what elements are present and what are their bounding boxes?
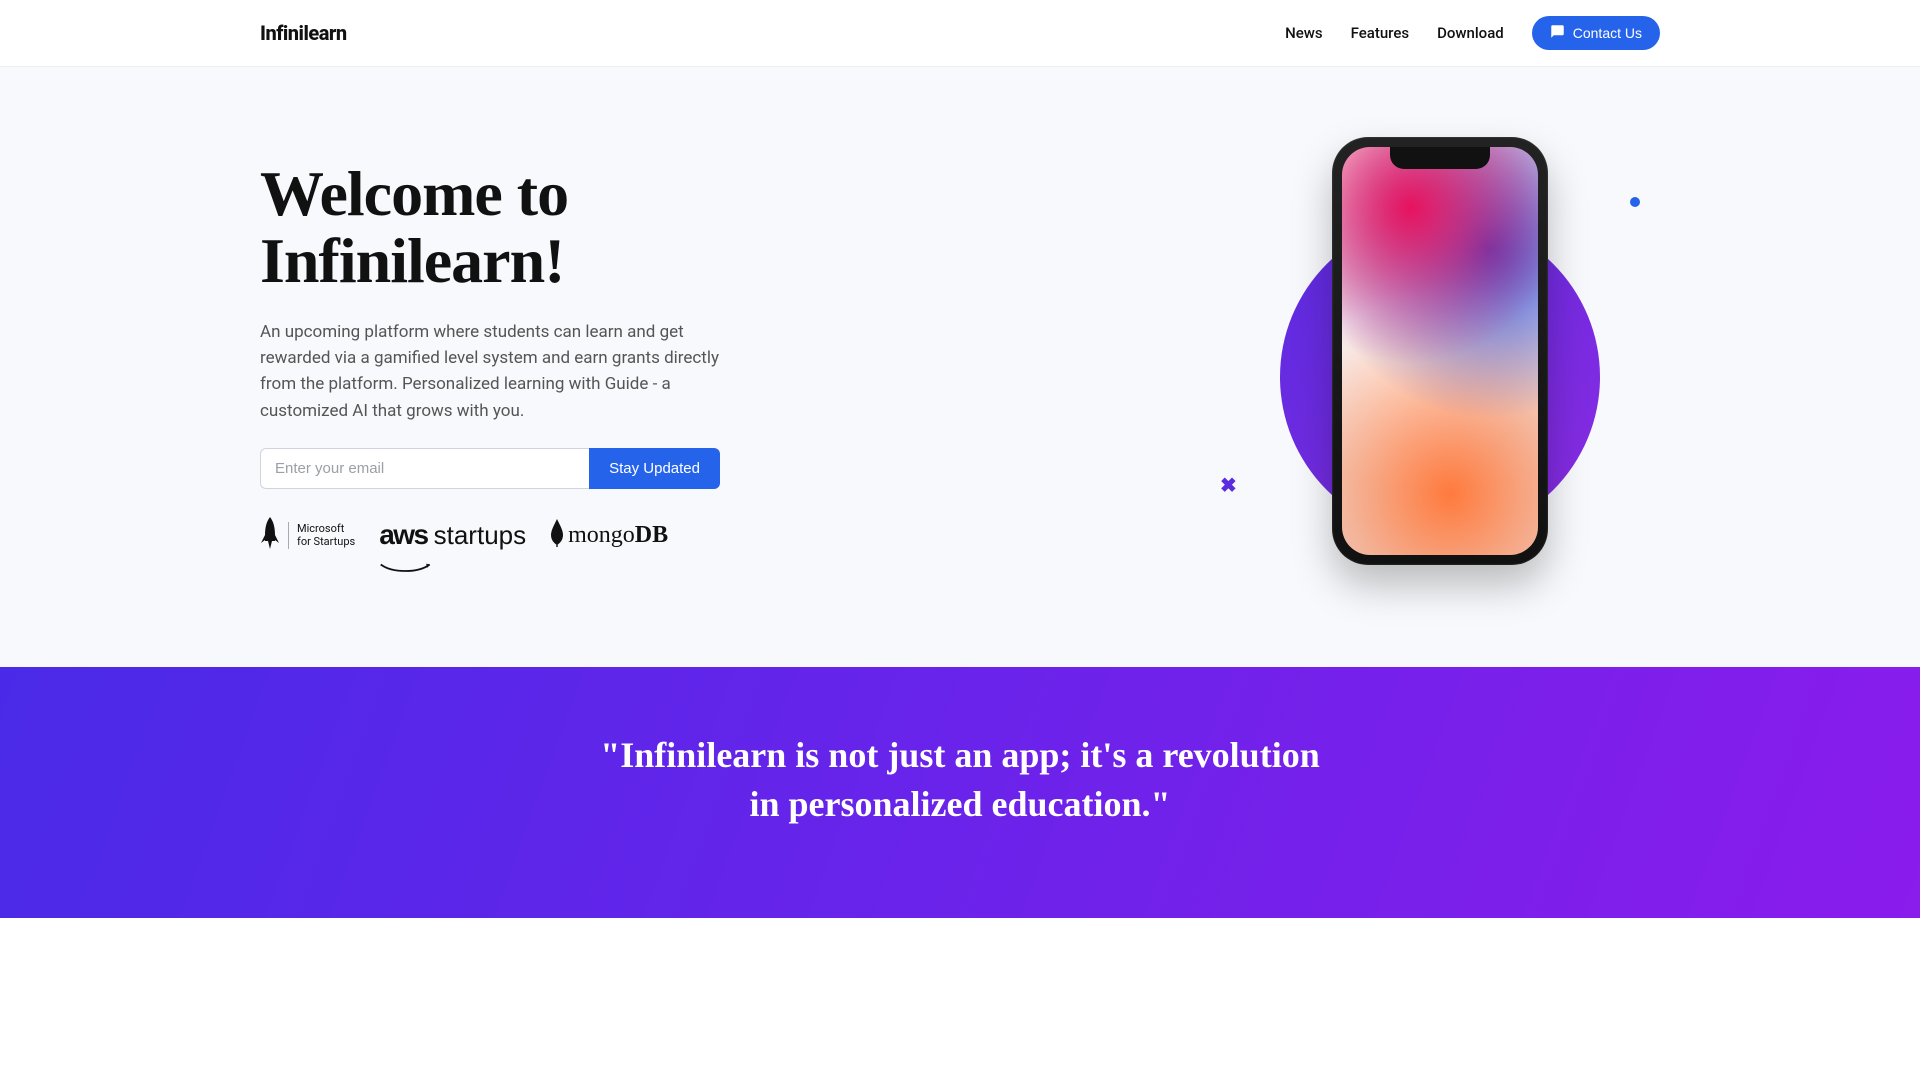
partner-logos: Microsoft for Startups aws startups [260,517,820,554]
email-input[interactable] [260,448,589,489]
quote-text: "Infinilearn is not just an app; it's a … [600,731,1320,828]
mongo-light: mongo [568,522,635,548]
nav-link-news[interactable]: News [1285,24,1323,42]
navbar: Infinilearn News Features Download Conta… [0,0,1920,67]
leaf-icon [550,519,564,551]
nav-link-features[interactable]: Features [1351,24,1409,42]
nav-links: News Features Download Contact Us [1285,16,1660,50]
aws-startups-text: startups [434,520,527,551]
microsoft-startups-text: Microsoft for Startups [288,522,355,548]
contact-button-label: Contact Us [1573,25,1642,41]
hero-subtitle: An upcoming platform where students can … [260,319,740,424]
dot-decoration [1630,197,1640,207]
phone-screen [1342,147,1538,555]
email-signup-form: Stay Updated [260,448,720,489]
aws-word-text: aws [379,519,427,550]
mongodb-text: mongoDB [568,522,668,549]
phone-mockup [1332,137,1548,565]
hero-section: Welcome to Infinilearn! An upcoming plat… [0,67,1920,667]
microsoft-startups-logo: Microsoft for Startups [260,517,355,554]
aws-word: aws [379,519,427,551]
aws-swoosh-icon [379,549,431,561]
hero-content: Welcome to Infinilearn! An upcoming plat… [260,160,820,554]
aws-startups-logo: aws startups [379,519,526,551]
phone-notch [1390,147,1490,169]
brand-logo[interactable]: Infinilearn [260,21,347,45]
hero-title: Welcome to Infinilearn! [260,160,820,294]
nav-link-download[interactable]: Download [1437,24,1504,42]
quote-section: "Infinilearn is not just an app; it's a … [0,667,1920,918]
contact-button[interactable]: Contact Us [1532,16,1660,50]
hero-illustration: ✖ [1220,127,1660,587]
stay-updated-button[interactable]: Stay Updated [589,448,720,489]
x-decoration: ✖ [1220,473,1237,497]
mongo-bold: DB [635,522,668,548]
microsoft-line2: for Startups [297,535,355,548]
rocket-icon [260,517,280,554]
chat-icon [1550,24,1565,42]
mongodb-logo: mongoDB [550,519,668,551]
microsoft-line1: Microsoft [297,522,355,535]
